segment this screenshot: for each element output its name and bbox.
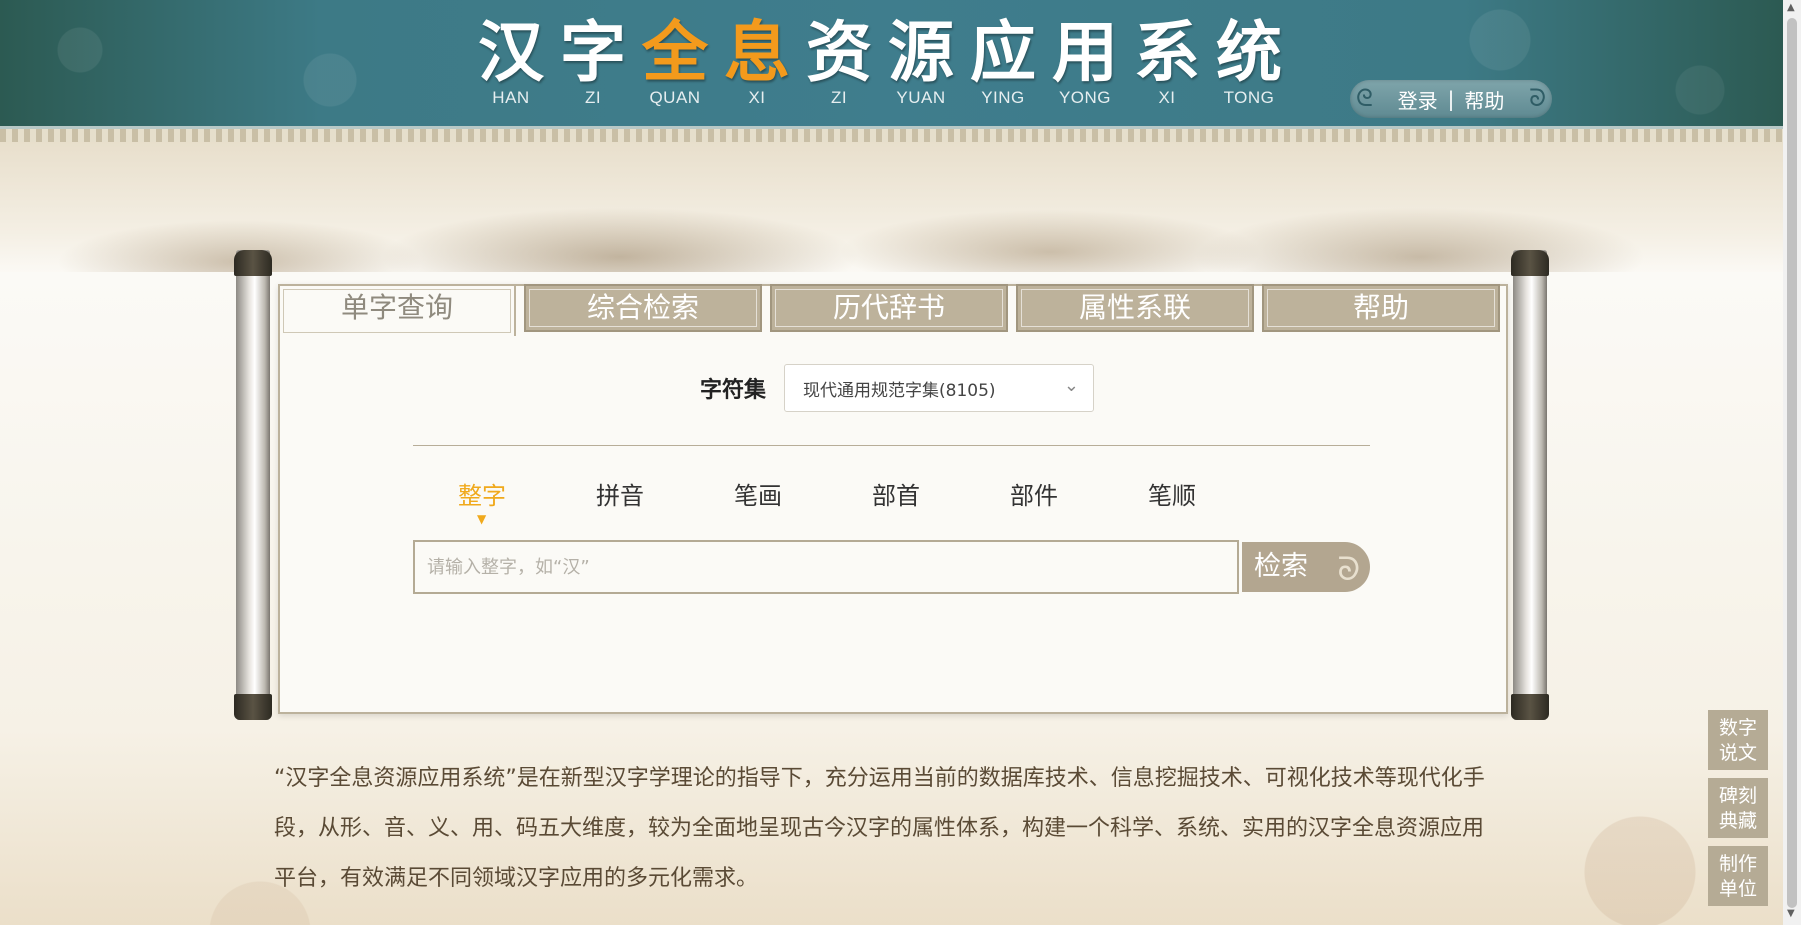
title-pinyin-syllable: YING [981, 88, 1025, 107]
side-button-label: 说文 [1718, 742, 1757, 764]
search-mode-label: 笔顺 [1148, 482, 1196, 510]
title-char: 系 [1134, 13, 1200, 91]
scroll-up-icon[interactable]: ▲ [1787, 2, 1795, 13]
tab-1[interactable]: 综合检索 [524, 284, 762, 332]
title-char: 源 [888, 13, 954, 91]
system-description: “汉字全息资源应用系统”是在新型汉字学理论的指导下，充分运用当前的数据库技术、信… [274, 766, 1485, 891]
side-buttons: 数字说文碑刻典藏制作单位 [1708, 710, 1768, 914]
charset-row: 字符集 现代通用规范字集(8105) ⌄ [700, 364, 1095, 412]
search-mode-5[interactable]: 笔顺 [1103, 476, 1241, 511]
search-mode-4[interactable]: 部件 [965, 476, 1103, 511]
search-field-frame [413, 540, 1239, 594]
scroll-rod-right [1511, 250, 1549, 720]
title-char: 统 [1216, 13, 1282, 91]
tab-3[interactable]: 属性系联 [1016, 284, 1254, 332]
search-mode-label: 拼音 [596, 482, 644, 510]
scroll-rod-left [234, 250, 272, 720]
title-pinyin-syllable: ZI [584, 88, 602, 107]
side-button-0[interactable]: 数字 说文 [1708, 710, 1768, 770]
main-tabs: 单字查询 综合检索 历代辞书 属性系联 帮助 [278, 284, 1508, 336]
title-char: 全 [642, 13, 708, 91]
title-char: 汉 [478, 13, 544, 91]
divider-line [413, 445, 1370, 446]
side-button-label: 碑刻 [1718, 785, 1757, 807]
title-pinyin-syllable: YONG [1058, 88, 1112, 107]
title-pinyin-syllable: QUAN [649, 88, 701, 107]
title-char: 应 [970, 13, 1036, 91]
title-pinyin-syllable: ZI [830, 88, 848, 107]
charset-select[interactable]: 现代通用规范字集(8105) ⌄ [784, 364, 1095, 412]
header-links: ᘓ 登录 | 帮助 ᘐ [1350, 80, 1552, 118]
tab-2[interactable]: 历代辞书 [770, 284, 1008, 332]
title-char: 用 [1052, 13, 1118, 91]
search-button[interactable]: 检索 ᘐ [1242, 542, 1370, 592]
title-pinyin-syllable: TONG [1223, 88, 1275, 107]
tab-0[interactable]: 单字查询 [278, 284, 516, 336]
login-link[interactable]: 登录 [1398, 85, 1438, 114]
side-button-label: 数字 [1718, 717, 1757, 739]
search-mode-label: 笔画 [734, 482, 782, 510]
side-button-label: 典藏 [1718, 810, 1757, 832]
charset-selected-value: 现代通用规范字集(8105) [803, 380, 996, 401]
cloud-swirl-icon: ᘐ [1529, 84, 1546, 112]
cloud-swirl-icon: ᘐ [1337, 550, 1360, 588]
page-scrollbar[interactable]: ▲ ▼ [1783, 0, 1801, 925]
search-mode-label: 整字 [458, 482, 506, 510]
title-char: 资 [806, 13, 872, 91]
help-link[interactable]: 帮助 [1464, 85, 1504, 114]
title-pinyin-syllable: XI [748, 88, 766, 107]
site-header: 汉字全息资源应用系统 HAN ZI QUAN XI ZI YUAN YING YONG XI TO… [0, 0, 1783, 126]
title-characters: 汉字全息资源应用系统 [470, 10, 1330, 94]
side-button-label: 制作 [1718, 853, 1757, 875]
title-pinyin-syllable: XI [1158, 88, 1176, 107]
search-mode-tabs: 整字 ▼ 拼音 笔画 部首 部件 笔顺 [413, 476, 1241, 526]
side-button-2[interactable]: 制作 单位 [1708, 846, 1768, 906]
site-title: 汉字全息资源应用系统 HAN ZI QUAN XI ZI YUAN YING YONG XI TO… [470, 10, 1330, 120]
title-pinyin-syllable: YUAN [896, 88, 946, 107]
search-button-label: 检索 [1254, 551, 1308, 582]
title-pinyin-syllable: HAN [492, 88, 530, 107]
scrollbar-thumb[interactable] [1787, 18, 1797, 908]
link-separator: | [1447, 87, 1455, 111]
title-pinyin: HAN ZI QUAN XI ZI YUAN YING YONG XI TONG [470, 88, 1330, 108]
search-mode-1[interactable]: 拼音 [551, 476, 689, 511]
scroll-down-icon[interactable]: ▼ [1787, 908, 1795, 919]
title-char: 字 [560, 13, 626, 91]
search-mode-3[interactable]: 部首 [827, 476, 965, 511]
search-input[interactable] [415, 542, 1237, 592]
search-mode-0[interactable]: 整字 ▼ [413, 476, 551, 526]
search-mode-2[interactable]: 笔画 [689, 476, 827, 511]
chevron-down-icon: ⌄ [1063, 375, 1080, 396]
side-button-1[interactable]: 碑刻 典藏 [1708, 778, 1768, 838]
search-mode-label: 部件 [1010, 482, 1058, 510]
side-button-label: 单位 [1718, 878, 1757, 900]
title-char: 息 [724, 13, 790, 91]
tab-4[interactable]: 帮助 [1262, 284, 1500, 332]
charset-label: 字符集 [700, 378, 767, 403]
search-mode-label: 部首 [872, 482, 920, 510]
active-caret-icon: ▼ [477, 512, 487, 526]
cloud-swirl-icon: ᘓ [1356, 84, 1373, 112]
